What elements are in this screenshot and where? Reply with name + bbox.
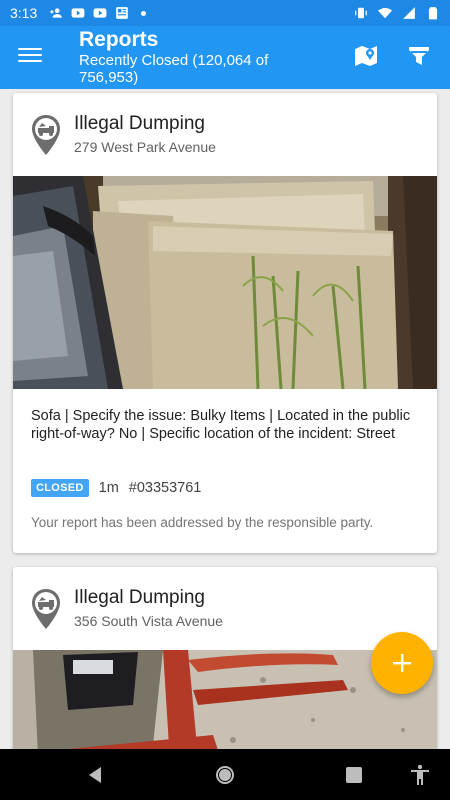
map-view-button[interactable] (352, 42, 380, 70)
accessibility-icon (411, 764, 429, 785)
home-button[interactable] (213, 763, 237, 787)
title-block: Reports Recently Closed (120,064 of 756,… (79, 28, 319, 86)
vibrate-icon (354, 6, 368, 20)
status-time: 3:13 (10, 5, 38, 21)
map-icon (355, 46, 377, 66)
filter-button[interactable] (405, 42, 433, 70)
recents-icon (346, 767, 362, 783)
report-description: Sofa | Specify the issue: Bulky Items | … (31, 408, 411, 442)
sofa-photo-image (13, 176, 437, 389)
accessibility-button[interactable] (408, 763, 432, 787)
report-meta-row: CLOSED 1m #03353761 (31, 479, 201, 497)
plus-icon (393, 654, 411, 672)
report-card-header: Illegal Dumping 356 South Vista Avenue (13, 567, 437, 650)
notification-dot (141, 10, 147, 16)
menu-icon (18, 48, 42, 50)
status-bar: 3:13 (0, 0, 450, 26)
youtube-icon (71, 6, 85, 20)
back-button[interactable] (83, 763, 107, 787)
menu-button[interactable] (18, 44, 42, 68)
system-nav-bar (0, 749, 450, 800)
filter-icon (409, 47, 429, 65)
report-address: 356 South Vista Avenue (74, 613, 223, 629)
app-root: 3:13 Reports Recently Closed (120,064 of… (0, 0, 450, 800)
battery-icon (426, 6, 440, 20)
report-title: Illegal Dumping (74, 587, 205, 608)
report-photo[interactable] (13, 176, 437, 389)
report-title: Illegal Dumping (74, 113, 205, 134)
signal-icon (402, 6, 416, 20)
news-icon (115, 6, 129, 20)
youtube-icon (93, 6, 107, 20)
add-report-button[interactable] (371, 632, 433, 694)
page-subtitle: Recently Closed (120,064 of 756,953) (79, 52, 269, 86)
recents-button[interactable] (342, 763, 366, 787)
status-badge: CLOSED (31, 479, 89, 497)
report-status-message: Your report has been addressed by the re… (31, 515, 374, 530)
report-card[interactable]: Illegal Dumping 279 West Park Avenue Sof… (13, 93, 437, 553)
back-icon (89, 767, 101, 783)
report-age: 1m (98, 480, 119, 496)
report-id: #03353761 (128, 480, 202, 496)
app-bar: Reports Recently Closed (120,064 of 756,… (0, 26, 450, 89)
wifi-icon (378, 6, 392, 20)
dumping-category-pin-icon (32, 589, 60, 629)
dumping-category-pin-icon (32, 115, 60, 155)
home-icon (216, 766, 234, 784)
person-add-icon (49, 6, 63, 20)
report-card-header: Illegal Dumping 279 West Park Avenue (13, 93, 437, 176)
page-title: Reports (79, 28, 159, 51)
report-address: 279 West Park Avenue (74, 139, 216, 155)
